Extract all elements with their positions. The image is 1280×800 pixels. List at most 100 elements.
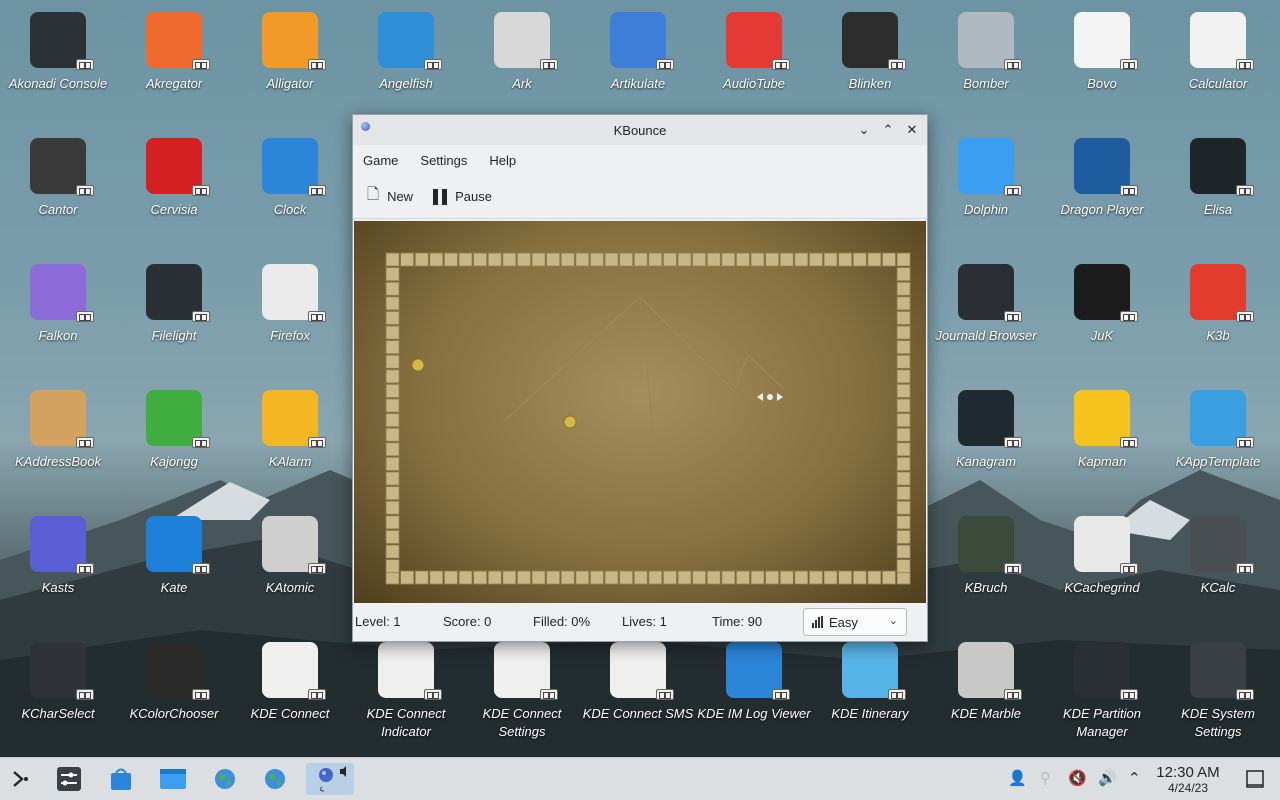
menu-settings[interactable]: Settings (420, 153, 477, 168)
dolphin-task[interactable] (156, 763, 190, 795)
user-icon[interactable]: 👤 (1008, 769, 1027, 787)
desktop-icon[interactable]: KDE Partition Manager (1044, 630, 1160, 750)
desktop-icon[interactable]: Ark (464, 0, 580, 120)
desktop-icon-label: Firefox (270, 328, 310, 343)
desktop-icon[interactable]: KDE Itinerary (812, 630, 928, 750)
settings-icon (57, 767, 81, 791)
link-badge-icon (656, 59, 674, 70)
desktop-icon[interactable]: KAlarm (232, 378, 348, 498)
digital-clock[interactable]: 12:30 AM 4/24/23 (1148, 764, 1228, 795)
desktop-icon[interactable]: Kate (116, 504, 232, 624)
close-button[interactable]: ✕ (903, 121, 921, 139)
desktop-icon[interactable]: KCalc (1160, 504, 1276, 624)
desktop-icon[interactable]: Akregator (116, 0, 232, 120)
desktop-icon[interactable]: Akonadi Console (0, 0, 116, 120)
desktop-icon[interactable]: Calculator (1160, 0, 1276, 120)
difficulty-select[interactable]: Easy ⌄ (803, 608, 907, 636)
new-game-button[interactable]: 🗋 New (367, 184, 413, 209)
desktop-icon-label: Calculator (1188, 76, 1248, 91)
desktop-icon[interactable]: Artikulate (580, 0, 696, 120)
title-bar[interactable]: KBounce ⌄ ⌃ ✕ (353, 115, 927, 145)
kcharselect-icon (30, 642, 94, 700)
application-launcher-button[interactable] (4, 763, 38, 795)
desktop-icon[interactable]: Kapman (1044, 378, 1160, 498)
link-badge-icon (540, 689, 558, 700)
desktop-icon[interactable]: Kanagram (928, 378, 1044, 498)
desktop-icon[interactable]: Bomber (928, 0, 1044, 120)
desktop-icon[interactable]: KDE Marble (928, 630, 1044, 750)
desktop-icon-label: Kajongg (150, 454, 198, 469)
menu-help[interactable]: Help (489, 153, 526, 168)
pause-button[interactable]: Pause (433, 188, 492, 205)
kanagram-icon (958, 390, 1022, 448)
desktop-icon[interactable]: JuK (1044, 252, 1160, 372)
kbounce-window[interactable]: KBounce ⌄ ⌃ ✕ Game Settings Help 🗋 New P… (352, 114, 928, 642)
desktop-icon[interactable]: Cervisia (116, 126, 232, 246)
app-icon[interactable] (361, 122, 370, 131)
desktop-icon[interactable]: Kajongg (116, 378, 232, 498)
browser-task[interactable] (208, 763, 242, 795)
volume-icon[interactable]: 🔊 (1098, 769, 1117, 787)
show-desktop-button[interactable] (1238, 763, 1272, 795)
desktop-icon[interactable]: Firefox (232, 252, 348, 372)
desktop-icon[interactable]: Dolphin (928, 126, 1044, 246)
ball (563, 415, 577, 429)
link-badge-icon (192, 185, 210, 196)
angelfish-icon (378, 12, 442, 70)
discover-task[interactable] (104, 763, 138, 795)
desktop-icon[interactable]: KDE Connect Indicator (348, 630, 464, 750)
desktop-icon[interactable]: KDE Connect Settings (464, 630, 580, 750)
desktop-icon[interactable]: Journald Browser (928, 252, 1044, 372)
desktop-icon[interactable]: Kasts (0, 504, 116, 624)
kasts-icon (30, 516, 94, 574)
desktop-icon[interactable]: KBruch (928, 504, 1044, 624)
network-icon[interactable]: ⚲ (1040, 769, 1051, 787)
desktop-icon[interactable]: Elisa (1160, 126, 1276, 246)
desktop-icon[interactable]: KAtomic (232, 504, 348, 624)
desktop-icon[interactable]: Angelfish (348, 0, 464, 120)
kdeconnect-icon (262, 642, 326, 700)
desktop-icon[interactable]: KAppTemplate (1160, 378, 1276, 498)
desktop-icon[interactable]: KDE Connect (232, 630, 348, 750)
cantor-icon (30, 138, 94, 196)
menu-game[interactable]: Game (363, 153, 408, 168)
desktop-icon[interactable]: Falkon (0, 252, 116, 372)
desktop-icon-label: KDE Itinerary (831, 706, 909, 721)
desktop-icon[interactable]: Clock (232, 126, 348, 246)
clock-time: 12:30 AM (1156, 764, 1220, 781)
desktop-icon[interactable]: AudioTube (696, 0, 812, 120)
score-status: Score: 0 (443, 614, 492, 629)
microphone-muted-icon[interactable]: 🔇 (1068, 769, 1087, 787)
link-badge-icon (192, 311, 210, 322)
desktop-icon[interactable]: Cantor (0, 126, 116, 246)
desktop-icon[interactable]: Dragon Player (1044, 126, 1160, 246)
desktop-icon[interactable]: KAddressBook (0, 378, 116, 498)
settings-icon (1190, 642, 1254, 700)
chevron-down-icon: ⌄ (888, 614, 898, 627)
desktop-icon-label: KDE IM Log Viewer (697, 706, 811, 721)
maximize-button[interactable]: ⌃ (879, 121, 897, 139)
desktop-icon[interactable]: Blinken (812, 0, 928, 120)
game-board[interactable] (354, 221, 926, 603)
desktop-icon[interactable]: Alligator (232, 0, 348, 120)
kbounce-task[interactable] (306, 763, 354, 795)
link-badge-icon (192, 689, 210, 700)
minimize-button[interactable]: ⌄ (855, 121, 873, 139)
desktop-icon[interactable]: KColorChooser (116, 630, 232, 750)
desktop-icon[interactable]: KCharSelect (0, 630, 116, 750)
desktop-icon[interactable]: Bovo (1044, 0, 1160, 120)
system-settings-task[interactable] (52, 763, 86, 795)
link-badge-icon (1004, 59, 1022, 70)
desktop-icon[interactable]: KDE IM Log Viewer (696, 630, 812, 750)
desktop-icon[interactable]: K3b (1160, 252, 1276, 372)
chevron-up-icon[interactable]: ⌃ (1128, 769, 1141, 787)
globe-icon (265, 769, 285, 789)
desktop-icon[interactable]: KCachegrind (1044, 504, 1160, 624)
link-badge-icon (772, 689, 790, 700)
desktop-icon[interactable]: KDE Connect SMS (580, 630, 696, 750)
link-badge-icon (192, 563, 210, 574)
desktop-icon[interactable]: KDE System Settings (1160, 630, 1276, 750)
desktop-icon[interactable]: Filelight (116, 252, 232, 372)
desktop-icon-label: AudioTube (723, 76, 785, 91)
browser-task-2[interactable] (258, 763, 292, 795)
